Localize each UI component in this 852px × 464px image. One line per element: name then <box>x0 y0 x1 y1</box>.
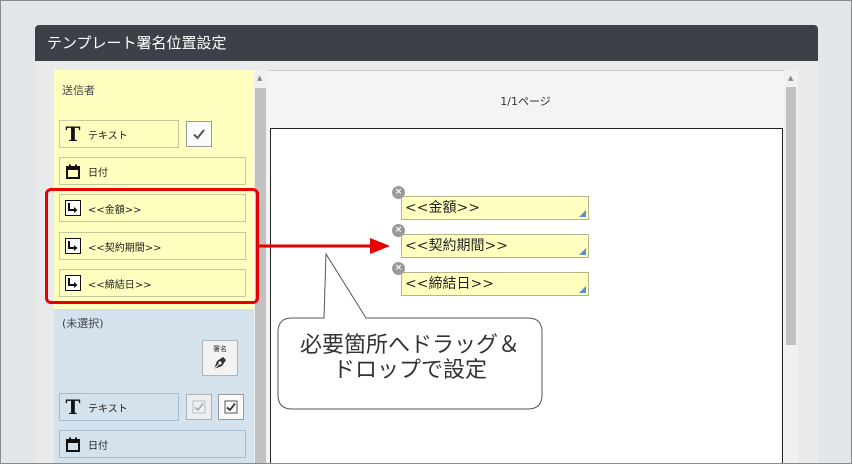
callout-line-2: ドロップで設定 <box>332 358 487 383</box>
callout-text: 必要箇所へドラッグ＆ ドロップで設定 <box>278 333 542 383</box>
callout-line-1: 必要箇所へドラッグ＆ <box>299 333 520 358</box>
drag-arrow-icon <box>259 238 390 254</box>
annotation-overlay <box>259 238 543 410</box>
speech-bubble <box>277 252 543 410</box>
